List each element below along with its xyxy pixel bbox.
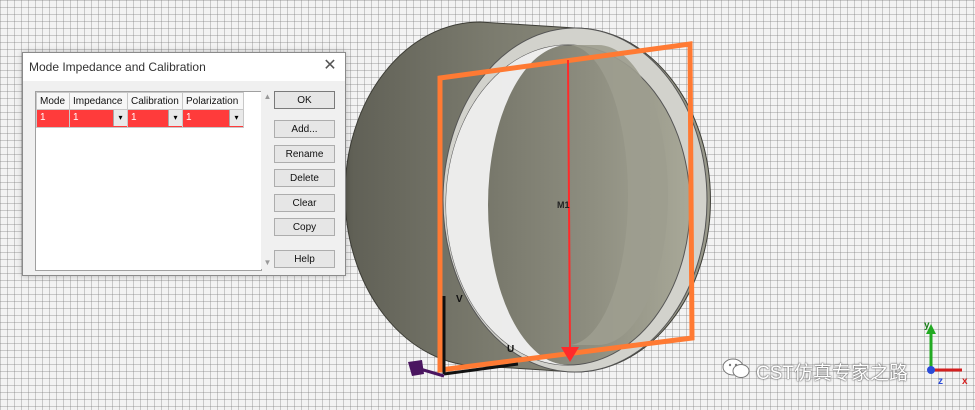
dialog-titlebar[interactable]: Mode Impedance and Calibration ✕ bbox=[23, 53, 345, 81]
port-label: M1 bbox=[557, 200, 570, 210]
cell-mode[interactable]: 1 bbox=[36, 109, 70, 128]
triad-z-label: z bbox=[938, 376, 943, 387]
cell-impedance[interactable]: 1 ▾ bbox=[69, 109, 128, 128]
help-button[interactable]: Help bbox=[274, 250, 335, 268]
ok-button[interactable]: OK bbox=[274, 91, 335, 109]
col-header-calibration[interactable]: Calibration bbox=[127, 92, 183, 110]
cell-polarization[interactable]: 1 ▾ bbox=[182, 109, 244, 128]
col-header-impedance[interactable]: Impedance bbox=[69, 92, 128, 110]
axis-v-label: V bbox=[456, 294, 463, 305]
orientation-triad bbox=[926, 324, 962, 374]
cell-calibration[interactable]: 1 ▾ bbox=[127, 109, 183, 128]
grid-scrollbar[interactable]: ▲ ▼ bbox=[261, 91, 274, 269]
watermark-text: CST仿真专家之路 bbox=[756, 363, 909, 384]
add-button[interactable]: Add... bbox=[274, 120, 335, 138]
close-icon[interactable]: ✕ bbox=[321, 57, 339, 75]
chevron-down-icon[interactable]: ▾ bbox=[168, 110, 182, 126]
wechat-icon bbox=[722, 358, 750, 378]
chevron-down-icon[interactable]: ▾ bbox=[229, 110, 243, 126]
scroll-down-icon[interactable]: ▼ bbox=[261, 257, 274, 269]
rename-button[interactable]: Rename bbox=[274, 145, 335, 163]
delete-button[interactable]: Delete bbox=[274, 169, 335, 187]
modes-grid[interactable]: Mode Impedance Calibration Polarization … bbox=[35, 91, 262, 271]
triad-x-label: x bbox=[962, 376, 968, 387]
mode-impedance-dialog: Mode Impedance and Calibration ✕ Mode Im… bbox=[22, 52, 346, 276]
dialog-title: Mode Impedance and Calibration bbox=[29, 60, 206, 74]
triad-y-label: y bbox=[924, 320, 930, 331]
col-header-polarization[interactable]: Polarization bbox=[182, 92, 244, 110]
chevron-down-icon[interactable]: ▾ bbox=[113, 110, 127, 126]
axis-u-label: U bbox=[507, 344, 514, 355]
copy-button[interactable]: Copy bbox=[274, 218, 335, 236]
scroll-up-icon[interactable]: ▲ bbox=[261, 91, 274, 103]
table-row[interactable]: 1 1 ▾ 1 ▾ 1 ▾ bbox=[36, 109, 244, 128]
clear-button[interactable]: Clear bbox=[274, 194, 335, 212]
modes-table: Mode Impedance Calibration Polarization … bbox=[36, 92, 244, 128]
cylinder-front-face bbox=[442, 27, 708, 373]
col-header-mode[interactable]: Mode bbox=[36, 92, 70, 110]
